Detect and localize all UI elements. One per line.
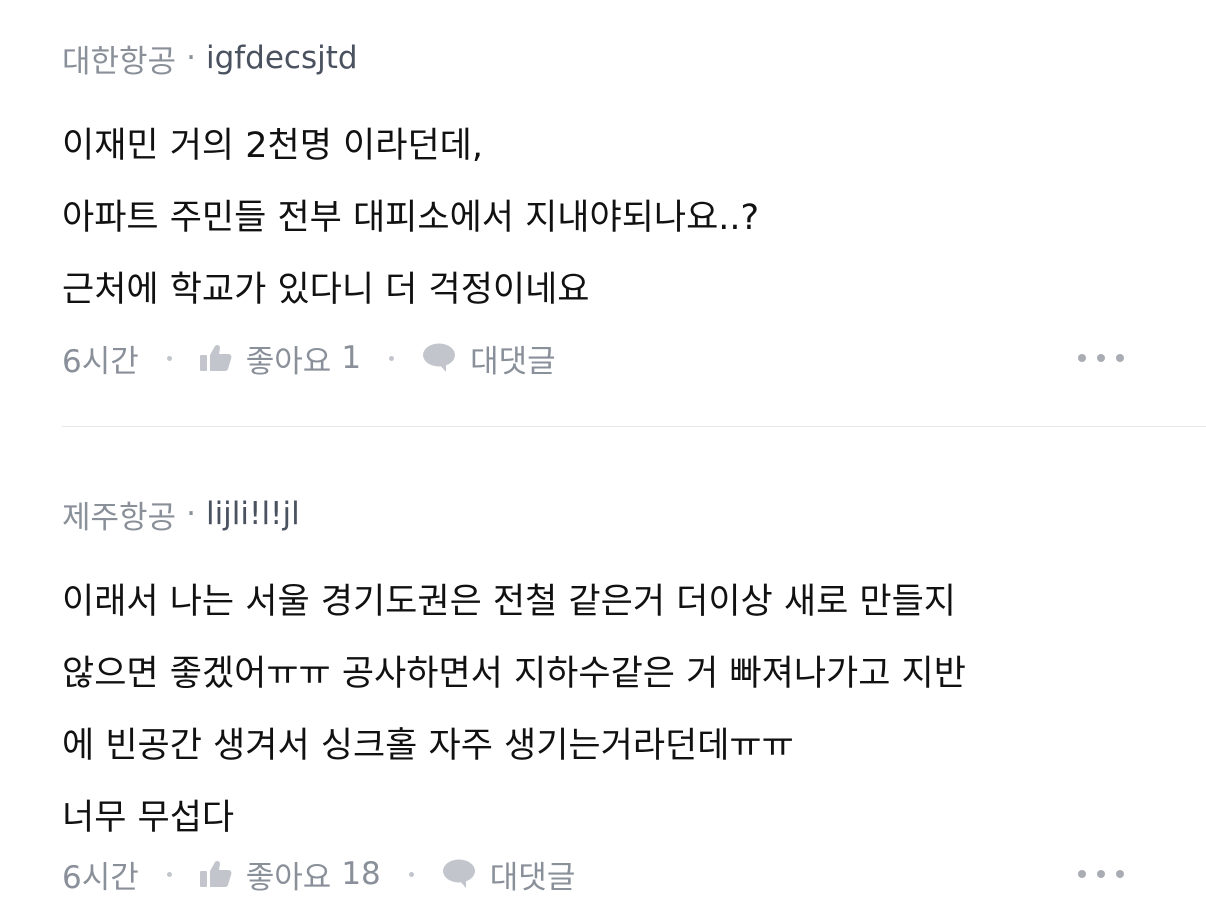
reply-button[interactable]: 대댓글 (442, 852, 576, 897)
like-button[interactable]: 좋아요 1 (199, 336, 362, 381)
comment-text: 이래서 나는 서울 경기도권은 전철 같은거 더이상 새로 만들지 않으면 좋겠… (62, 582, 966, 838)
action-separator (389, 355, 395, 361)
reply-label: 대댓글 (470, 343, 556, 380)
username[interactable]: igfdecsjtd (206, 40, 358, 76)
more-options-button[interactable] (1078, 860, 1124, 888)
comment-time: 6시간 (62, 859, 139, 896)
comment-time: 6시간 (62, 343, 139, 380)
like-label: 좋아요 (245, 859, 332, 896)
action-separator (166, 871, 172, 877)
company-name: 제주항공 (62, 499, 177, 536)
comment-divider (62, 426, 1206, 427)
company-name: 대한항공 (62, 43, 177, 80)
username[interactable]: lijli!l!jl (206, 496, 300, 532)
like-count: 1 (341, 340, 362, 376)
more-dots-icon (1097, 354, 1105, 362)
comment-actions: 6시간 좋아요 1 대댓글 (62, 334, 1206, 382)
meta-separator: · (186, 40, 196, 76)
action-separator (408, 871, 414, 877)
action-separator (166, 355, 172, 361)
comment-text: 이재민 거의 2천명 이라던데, 아파트 주민들 전부 대피소에서 지내야되나요… (62, 126, 760, 310)
comment-item: 제주항공 · lijli!l!jl 이래서 나는 서울 경기도권은 전철 같은거… (62, 490, 1206, 896)
more-dots-icon (1116, 354, 1124, 362)
like-label: 좋아요 (245, 343, 332, 380)
comment-meta: 대한항공 · igfdecsjtd (62, 34, 1206, 82)
more-options-button[interactable] (1078, 344, 1124, 372)
comment-meta: 제주항공 · lijli!l!jl (62, 490, 1206, 538)
reply-button[interactable]: 대댓글 (422, 336, 556, 381)
comment-actions: 6시간 좋아요 18 대댓글 (62, 850, 1206, 898)
thumbs-up-icon (199, 344, 232, 371)
speech-bubble-icon (423, 343, 456, 372)
more-dots-icon (1078, 870, 1086, 878)
speech-bubble-icon (442, 859, 475, 888)
more-dots-icon (1078, 354, 1086, 362)
like-button[interactable]: 좋아요 18 (199, 852, 381, 897)
more-dots-icon (1116, 870, 1124, 878)
like-count: 18 (341, 856, 381, 892)
thumbs-up-icon (199, 860, 232, 887)
meta-separator: · (186, 496, 196, 532)
comment-item: 대한항공 · igfdecsjtd 이재민 거의 2천명 이라던데, 아파트 주… (62, 34, 1206, 380)
more-dots-icon (1097, 870, 1105, 878)
reply-label: 대댓글 (489, 859, 576, 896)
